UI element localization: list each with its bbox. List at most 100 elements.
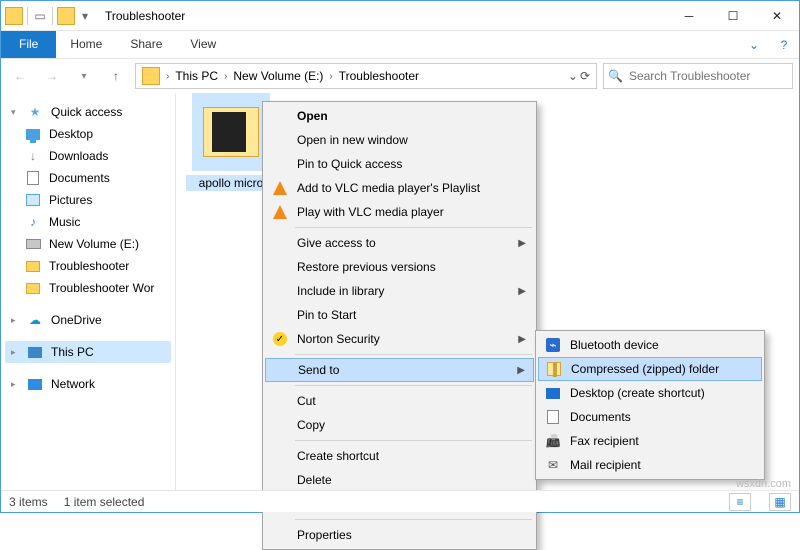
sendto-desktop-shortcut[interactable]: Desktop (create shortcut): [538, 381, 762, 405]
folder-thumbnail: [192, 93, 270, 171]
menu-create-shortcut[interactable]: Create shortcut: [265, 444, 534, 468]
chevron-right-icon[interactable]: ›: [164, 71, 171, 82]
desktop-icon: [544, 384, 562, 402]
crumb-volume[interactable]: New Volume (E:): [229, 69, 327, 83]
search-icon: 🔍: [608, 69, 623, 83]
submenu-send-to: ⌁Bluetooth device Compressed (zipped) fo…: [535, 330, 765, 480]
back-button[interactable]: ←: [7, 63, 33, 89]
location-icon: [142, 67, 160, 85]
menu-vlc-play[interactable]: Play with VLC media player: [265, 200, 534, 224]
pictures-icon: [25, 192, 41, 208]
menu-label: Bluetooth device: [570, 338, 659, 352]
search-input[interactable]: [629, 69, 788, 83]
close-button[interactable]: ✕: [755, 1, 799, 31]
sidebar-item-volume[interactable]: New Volume (E:): [5, 233, 171, 255]
menu-label: Pin to Quick access: [297, 157, 402, 171]
sidebar-item-troubleshooter[interactable]: Troubleshooter: [5, 255, 171, 277]
address-bar-row: ← → ▾ ↑ › This PC › New Volume (E:) › Tr…: [1, 59, 799, 93]
tab-view[interactable]: View: [176, 31, 230, 58]
sendto-mail[interactable]: ✉Mail recipient: [538, 453, 762, 477]
sendto-fax[interactable]: 📠Fax recipient: [538, 429, 762, 453]
sidebar-item-quick-access[interactable]: ▾★Quick access: [5, 101, 171, 123]
menu-delete[interactable]: Delete: [265, 468, 534, 492]
window-title: Troubleshooter: [105, 9, 185, 23]
status-item-count: 3 items: [9, 495, 48, 509]
context-menu: Open Open in new window Pin to Quick acc…: [262, 101, 537, 550]
sidebar-item-onedrive[interactable]: ▸☁OneDrive: [5, 309, 171, 331]
forward-button[interactable]: →: [39, 63, 65, 89]
menu-copy[interactable]: Copy: [265, 413, 534, 437]
status-bar: 3 items 1 item selected ≡ ▦: [1, 490, 799, 512]
crumb-folder[interactable]: Troubleshooter: [335, 69, 423, 83]
menu-label: Norton Security: [297, 332, 380, 346]
menu-open[interactable]: Open: [265, 104, 534, 128]
sidebar-item-pictures[interactable]: Pictures: [5, 189, 171, 211]
sidebar-item-this-pc[interactable]: ▸This PC: [5, 341, 171, 363]
up-button[interactable]: ↑: [103, 63, 129, 89]
sidebar-item-documents[interactable]: Documents: [5, 167, 171, 189]
properties-qat-icon[interactable]: ▭: [32, 8, 48, 24]
sidebar-item-network[interactable]: ▸Network: [5, 373, 171, 395]
refresh-icon[interactable]: ⟳: [580, 69, 590, 83]
menu-cut[interactable]: Cut: [265, 389, 534, 413]
desktop-icon: [25, 126, 41, 142]
menu-label: Create shortcut: [297, 449, 379, 463]
view-large-icons-icon[interactable]: ▦: [769, 493, 791, 511]
sidebar-item-downloads[interactable]: ↓Downloads: [5, 145, 171, 167]
documents-icon: [25, 170, 41, 186]
menu-label: Cut: [297, 394, 316, 408]
menu-label: Pin to Start: [297, 308, 356, 322]
sidebar-label: Pictures: [49, 193, 92, 207]
help-icon[interactable]: ?: [769, 31, 799, 58]
chevron-right-icon: ▶: [517, 365, 525, 376]
drive-icon: [25, 236, 41, 252]
menu-restore-versions[interactable]: Restore previous versions: [265, 255, 534, 279]
folder-icon: [25, 258, 41, 274]
navigation-pane: ▾★Quick access Desktop ↓Downloads Docume…: [1, 93, 176, 490]
maximize-button[interactable]: ☐: [711, 1, 755, 31]
menu-label: Play with VLC media player: [297, 205, 444, 219]
menu-norton-security[interactable]: ✓Norton Security▶: [265, 327, 534, 351]
folder-icon: [25, 280, 41, 296]
sidebar-label: Troubleshooter Wor: [49, 281, 154, 295]
sidebar-label: Desktop: [49, 127, 93, 141]
crumb-this-pc[interactable]: This PC: [171, 69, 222, 83]
sendto-compressed-folder[interactable]: Compressed (zipped) folder: [538, 357, 762, 381]
tab-share[interactable]: Share: [116, 31, 176, 58]
norton-icon: ✓: [271, 330, 289, 348]
sendto-documents[interactable]: Documents: [538, 405, 762, 429]
sidebar-item-music[interactable]: ♪ Music: [5, 211, 171, 233]
menu-label: Restore previous versions: [297, 260, 436, 274]
menu-give-access[interactable]: Give access to▶: [265, 231, 534, 255]
menu-properties[interactable]: Properties: [265, 523, 534, 547]
menu-vlc-add-playlist[interactable]: Add to VLC media player's Playlist: [265, 176, 534, 200]
search-box[interactable]: 🔍: [603, 63, 793, 89]
menu-send-to[interactable]: Send to▶: [265, 358, 534, 382]
chevron-right-icon[interactable]: ›: [327, 71, 334, 82]
breadcrumb[interactable]: › This PC › New Volume (E:) › Troublesho…: [135, 63, 597, 89]
sendto-bluetooth[interactable]: ⌁Bluetooth device: [538, 333, 762, 357]
qat-dropdown-icon[interactable]: ▾: [77, 8, 93, 24]
sidebar-label: New Volume (E:): [49, 237, 139, 251]
menu-include-library[interactable]: Include in library▶: [265, 279, 534, 303]
sidebar-label: Music: [49, 215, 80, 229]
chevron-right-icon[interactable]: ›: [222, 71, 229, 82]
music-icon: ♪: [25, 214, 41, 230]
menu-pin-quick-access[interactable]: Pin to Quick access: [265, 152, 534, 176]
new-folder-qat-icon[interactable]: [57, 7, 75, 25]
tab-home[interactable]: Home: [56, 31, 116, 58]
star-icon: ★: [27, 104, 43, 120]
menu-label: Properties: [297, 528, 352, 542]
recent-dropdown[interactable]: ▾: [71, 63, 97, 89]
menu-label: Mail recipient: [570, 458, 641, 472]
menu-pin-start[interactable]: Pin to Start: [265, 303, 534, 327]
minimize-button[interactable]: ─: [667, 1, 711, 31]
ribbon-expand-icon[interactable]: ⌄: [739, 31, 769, 58]
menu-open-new-window[interactable]: Open in new window: [265, 128, 534, 152]
network-icon: [27, 376, 43, 392]
tab-file[interactable]: File: [1, 31, 56, 58]
sidebar-item-desktop[interactable]: Desktop: [5, 123, 171, 145]
view-details-icon[interactable]: ≡: [729, 493, 751, 511]
sidebar-item-troubleshooter-wor[interactable]: Troubleshooter Wor: [5, 277, 171, 299]
history-dropdown-icon[interactable]: ⌄: [568, 69, 578, 83]
